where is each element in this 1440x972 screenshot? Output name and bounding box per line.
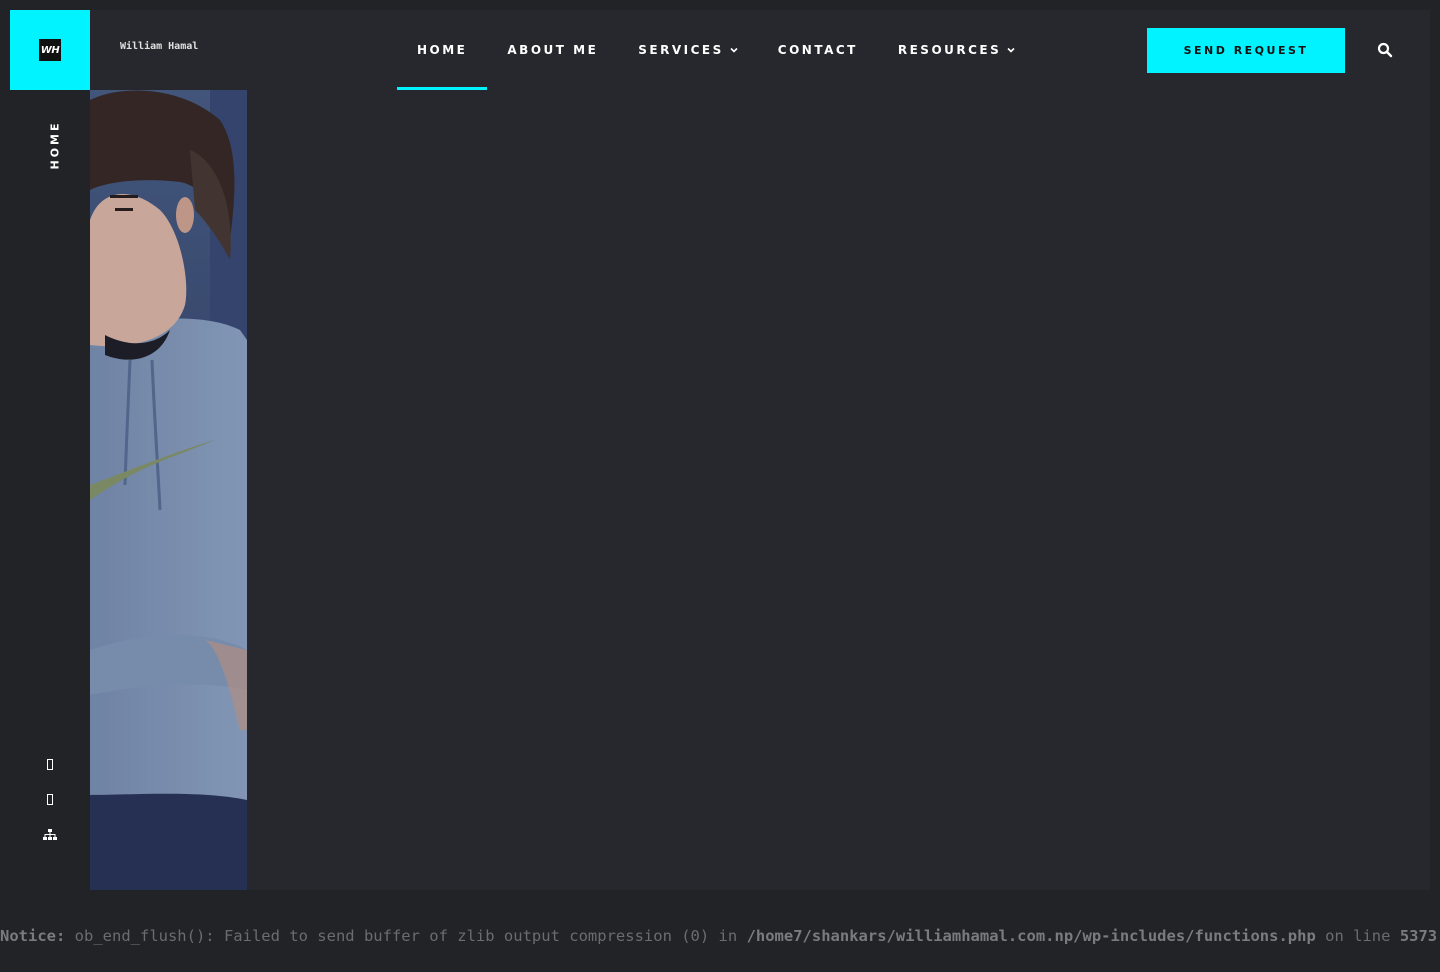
section-label-text: HOME — [48, 120, 62, 170]
nav-item-about-me[interactable]: ABOUT ME — [487, 10, 618, 90]
nav-item-services[interactable]: SERVICES — [618, 10, 757, 90]
nav-item-contact[interactable]: CONTACT — [758, 10, 878, 90]
chevron-down-icon — [1007, 46, 1015, 54]
nav-label: SERVICES — [638, 43, 724, 57]
nav-label: RESOURCES — [897, 43, 1002, 57]
nav-label: CONTACT — [777, 43, 858, 57]
page-frame: WH HOME William Hamal HOME ABOUT ME SERV… — [10, 10, 1430, 890]
chevron-down-icon — [730, 46, 738, 54]
sitemap-icon[interactable] — [42, 827, 58, 843]
php-notice: Notice: ob_end_flush(): Failed to send b… — [0, 924, 1440, 948]
hero-portrait-image — [90, 90, 247, 890]
search-icon[interactable] — [1377, 42, 1393, 58]
facebook-icon[interactable] — [42, 756, 58, 772]
notice-message: ob_end_flush(): Failed to send buffer of… — [65, 927, 747, 945]
notice-on-line: on line — [1315, 927, 1400, 945]
linkedin-icon[interactable] — [42, 791, 58, 807]
site-name[interactable]: William Hamal — [120, 41, 198, 52]
logo-link[interactable]: WH — [10, 10, 90, 90]
section-label: HOME — [48, 120, 62, 170]
notice-label: Notice: — [0, 927, 66, 945]
send-request-button[interactable]: SEND REQUEST — [1147, 28, 1345, 73]
nav-label: HOME — [417, 43, 468, 57]
main-nav: HOME ABOUT ME SERVICES CONTACT RESOURCES — [397, 10, 1035, 90]
nav-label: ABOUT ME — [507, 43, 599, 57]
notice-path: /home7/shankars/williamhamal.com.np/wp-i… — [746, 927, 1316, 945]
nav-item-resources[interactable]: RESOURCES — [878, 10, 1035, 90]
sidebar: WH HOME — [10, 10, 90, 890]
logo-mark: WH — [39, 39, 61, 61]
notice-line-number: 5373 — [1399, 927, 1438, 945]
nav-item-home[interactable]: HOME — [397, 10, 488, 90]
